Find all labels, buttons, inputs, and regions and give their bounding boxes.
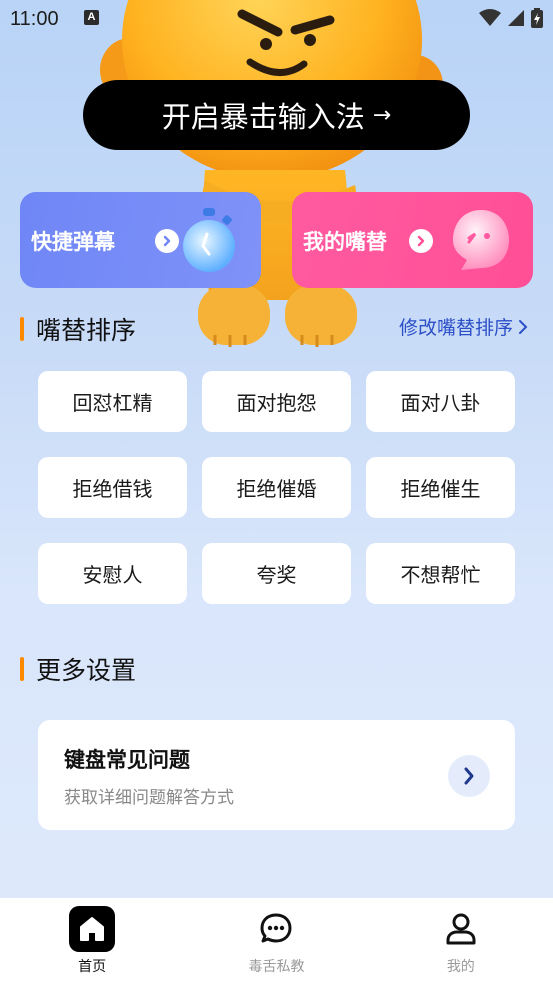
- arrow-right-icon: →: [372, 102, 392, 128]
- signal-icon: [508, 10, 524, 26]
- mascot-illustration: [100, 0, 443, 347]
- sort-section-title: 嘴替排序: [36, 316, 137, 345]
- tab-tutor-label: 毒舌私教: [248, 959, 305, 975]
- status-time: 11:00: [10, 8, 59, 30]
- stopwatch-icon: [183, 208, 235, 272]
- tag-item[interactable]: 安慰人: [38, 543, 187, 604]
- tag-item[interactable]: 面对八卦: [366, 371, 515, 432]
- faq-subtitle: 获取详细问题解答方式: [64, 788, 234, 808]
- battery-icon: [531, 8, 543, 28]
- ghost-icon: [453, 210, 509, 270]
- chevron-right-icon: [519, 319, 528, 334]
- more-settings-title: 更多设置: [36, 656, 137, 685]
- section-accent-bar: [20, 317, 24, 341]
- status-bar: 11:00 A: [0, 0, 553, 40]
- bottom-tab-bar: 首页 毒舌私教 我的: [0, 898, 553, 984]
- tag-item[interactable]: 夸奖: [202, 543, 351, 604]
- sort-section-header: 嘴替排序: [20, 311, 136, 347]
- more-settings-header: 更多设置: [20, 651, 136, 687]
- tag-item[interactable]: 拒绝借钱: [38, 457, 187, 518]
- comeback-tag-grid: 回怼杠精 面对抱怨 面对八卦 拒绝借钱 拒绝催婚 拒绝催生 安慰人 夸奖 不想帮…: [38, 371, 516, 604]
- chevron-right-icon: [409, 229, 433, 253]
- user-icon: [438, 906, 484, 952]
- tag-item[interactable]: 拒绝催婚: [202, 457, 351, 518]
- home-icon: [69, 906, 116, 952]
- quick-barrage-label: 快捷弹幕: [31, 230, 115, 254]
- tab-mine-label: 我的: [446, 959, 475, 975]
- tag-item[interactable]: 面对抱怨: [202, 371, 351, 432]
- status-icons: [479, 8, 543, 28]
- tag-item[interactable]: 拒绝催生: [366, 457, 515, 518]
- my-comebacks-label: 我的嘴替: [303, 230, 387, 254]
- chevron-right-icon: [448, 755, 490, 797]
- edit-order-link[interactable]: 修改嘴替排序: [399, 313, 529, 340]
- chat-bubble-icon: [253, 906, 299, 952]
- tag-item[interactable]: 不想帮忙: [366, 543, 515, 604]
- my-comebacks-card[interactable]: 我的嘴替: [292, 192, 533, 288]
- quick-barrage-card[interactable]: 快捷弹幕: [20, 192, 261, 288]
- tab-home[interactable]: 首页: [0, 898, 184, 984]
- tab-mine[interactable]: 我的: [369, 898, 553, 984]
- keyboard-faq-card[interactable]: 键盘常见问题 获取详细问题解答方式: [38, 720, 515, 830]
- section-accent-bar: [20, 657, 24, 681]
- enable-keyboard-button[interactable]: 开启暴击输入法 →: [83, 80, 470, 150]
- enable-keyboard-label: 开启暴击输入法: [161, 100, 365, 134]
- tab-home-label: 首页: [78, 959, 107, 975]
- notification-a-icon: A: [84, 10, 99, 25]
- tag-item[interactable]: 回怼杠精: [38, 371, 187, 432]
- wifi-icon: [479, 9, 501, 26]
- tab-tutor[interactable]: 毒舌私教: [184, 898, 368, 984]
- edit-order-label: 修改嘴替排序: [398, 317, 513, 339]
- faq-title: 键盘常见问题: [64, 748, 190, 772]
